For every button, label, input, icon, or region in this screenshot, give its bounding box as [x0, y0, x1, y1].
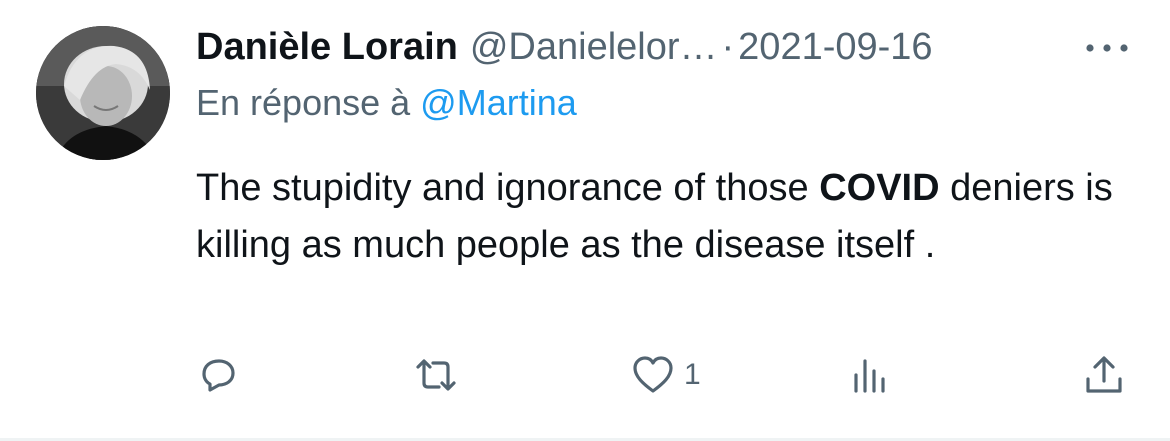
author-name[interactable]: Danièle Lorain: [196, 26, 458, 69]
reply-icon: [202, 359, 235, 392]
retweet-button[interactable]: [412, 350, 460, 400]
avatar-image: [36, 26, 170, 160]
action-bar: 1: [0, 350, 1170, 400]
tweet-header: Danièle Lorain @Danielelor… · 2021-09-16: [196, 22, 1096, 72]
tweet-date[interactable]: 2021-09-16: [738, 26, 932, 69]
reply-mention-link[interactable]: @Martina: [420, 82, 577, 123]
like-count: 1: [684, 358, 701, 391]
avatar[interactable]: [36, 26, 170, 160]
tweet-text: The stupidity and ignorance of those COV…: [196, 160, 1116, 274]
views-button[interactable]: [848, 350, 892, 400]
more-options-icon[interactable]: [1082, 38, 1132, 58]
tweet-text-bold: COVID: [819, 167, 940, 209]
reply-context: En réponse à @Martina: [196, 82, 577, 124]
header-separator: ·: [721, 25, 735, 68]
share-icon: [1086, 356, 1122, 393]
author-handle[interactable]: @Danielelor…: [470, 26, 718, 69]
heart-icon: [633, 356, 673, 393]
like-button[interactable]: 1: [630, 350, 701, 400]
reply-button[interactable]: [196, 350, 240, 400]
tweet[interactable]: Danièle Lorain @Danielelor… · 2021-09-16…: [0, 0, 1170, 441]
tweet-text-part1: The stupidity and ignorance of those: [196, 167, 820, 209]
share-button[interactable]: [1082, 350, 1126, 400]
views-chart-icon: [854, 359, 885, 393]
reply-prefix: En réponse à: [196, 82, 411, 123]
retweet-icon: [416, 359, 456, 391]
